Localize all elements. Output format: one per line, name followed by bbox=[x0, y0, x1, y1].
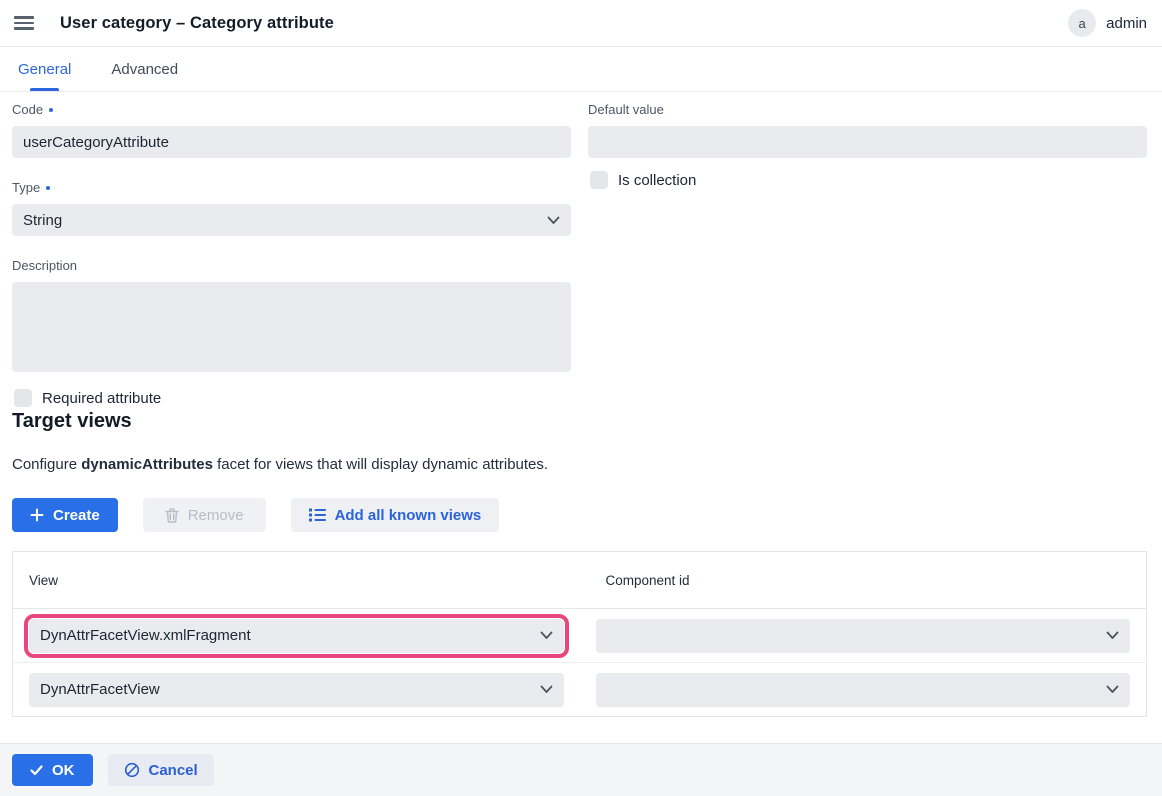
cancel-button-label: Cancel bbox=[149, 762, 198, 779]
required-dot bbox=[46, 186, 50, 190]
check-icon bbox=[30, 765, 43, 776]
highlight-annotation: DynAttrFacetView.xmlFragment bbox=[24, 614, 569, 658]
component-id-select-row-1[interactable] bbox=[596, 673, 1131, 707]
target-views-description: Configure dynamicAttributes facet for vi… bbox=[12, 456, 1147, 473]
is-collection-label: Is collection bbox=[618, 172, 696, 189]
description-prefix: Configure bbox=[12, 456, 81, 473]
view-select-row-0[interactable]: DynAttrFacetView.xmlFragment bbox=[29, 619, 564, 653]
add-all-known-views-button[interactable]: Add all known views bbox=[291, 498, 500, 532]
required-dot bbox=[49, 108, 53, 112]
create-button-label: Create bbox=[53, 507, 100, 524]
type-select-value: String bbox=[23, 212, 62, 229]
default-value-input[interactable] bbox=[588, 126, 1147, 158]
cancel-button[interactable]: Cancel bbox=[108, 754, 214, 786]
type-label-text: Type bbox=[12, 180, 40, 195]
default-value-label-text: Default value bbox=[588, 102, 664, 117]
code-label-text: Code bbox=[12, 102, 43, 117]
default-value-label: Default value bbox=[588, 102, 1147, 117]
plus-icon bbox=[30, 508, 44, 522]
cancel-icon bbox=[124, 762, 140, 778]
target-views-heading: Target views bbox=[12, 410, 1147, 433]
code-field: Code bbox=[12, 102, 571, 158]
dialog-footer: OK Cancel bbox=[0, 743, 1162, 796]
required-attribute-label: Required attribute bbox=[42, 390, 161, 407]
column-header-component-id: Component id bbox=[580, 552, 1147, 609]
remove-button-label: Remove bbox=[188, 507, 244, 524]
form-right-column: Default value Is collection bbox=[588, 102, 1147, 407]
description-textarea[interactable] bbox=[12, 282, 571, 372]
chevron-down-icon bbox=[1106, 631, 1119, 640]
target-views-section: Target views Configure dynamicAttributes… bbox=[0, 410, 1162, 532]
chevron-down-icon bbox=[1106, 685, 1119, 694]
description-bold: dynamicAttributes bbox=[81, 456, 213, 473]
form-left-column: Code Type String Description bbox=[12, 102, 571, 407]
tab-general[interactable]: General bbox=[18, 47, 71, 91]
menu-icon[interactable] bbox=[14, 16, 34, 30]
target-views-table: View Component id DynAttrFacetView.xmlFr… bbox=[12, 551, 1147, 717]
component-id-select-row-0[interactable] bbox=[596, 619, 1131, 653]
description-suffix: facet for views that will display dynami… bbox=[213, 456, 548, 473]
trash-icon bbox=[165, 508, 179, 523]
type-label: Type bbox=[12, 180, 571, 195]
chevron-down-icon bbox=[540, 685, 553, 694]
app-header: User category – Category attribute a adm… bbox=[0, 0, 1162, 47]
page-title: User category – Category attribute bbox=[60, 14, 334, 33]
ok-button-label: OK bbox=[52, 762, 75, 779]
remove-button[interactable]: Remove bbox=[143, 498, 266, 532]
ok-button[interactable]: OK bbox=[12, 754, 93, 786]
is-collection-row: Is collection bbox=[588, 171, 1147, 189]
table-row: DynAttrFacetView.xmlFragment bbox=[13, 609, 1147, 663]
table-header-row: View Component id bbox=[13, 552, 1147, 609]
view-select-value: DynAttrFacetView.xmlFragment bbox=[40, 627, 251, 644]
add-all-button-label: Add all known views bbox=[335, 507, 482, 524]
view-select-value: DynAttrFacetView bbox=[40, 681, 160, 698]
code-label: Code bbox=[12, 102, 571, 117]
chevron-down-icon bbox=[540, 631, 553, 640]
list-icon bbox=[309, 508, 326, 522]
table-actions: Create Remove Add all known views bbox=[12, 498, 1147, 532]
avatar-initial: a bbox=[1079, 16, 1086, 31]
attribute-form: Code Type String Description bbox=[0, 92, 1162, 407]
type-field: Type String bbox=[12, 180, 571, 236]
description-label-text: Description bbox=[12, 258, 77, 273]
required-attribute-checkbox[interactable] bbox=[14, 389, 32, 407]
description-field: Description bbox=[12, 258, 571, 377]
tab-advanced[interactable]: Advanced bbox=[111, 47, 178, 91]
tab-bar: General Advanced bbox=[0, 47, 1162, 92]
avatar[interactable]: a bbox=[1068, 9, 1096, 37]
column-header-view: View bbox=[13, 552, 580, 609]
default-value-field: Default value bbox=[588, 102, 1147, 158]
create-button[interactable]: Create bbox=[12, 498, 118, 532]
is-collection-checkbox[interactable] bbox=[590, 171, 608, 189]
required-attribute-row: Required attribute bbox=[12, 389, 571, 407]
table-row: DynAttrFacetView bbox=[13, 663, 1147, 717]
user-name[interactable]: admin bbox=[1106, 15, 1147, 32]
description-label: Description bbox=[12, 258, 571, 273]
view-select-row-1[interactable]: DynAttrFacetView bbox=[29, 673, 564, 707]
code-input[interactable] bbox=[12, 126, 571, 158]
type-select[interactable]: String bbox=[12, 204, 571, 236]
chevron-down-icon bbox=[547, 216, 560, 225]
